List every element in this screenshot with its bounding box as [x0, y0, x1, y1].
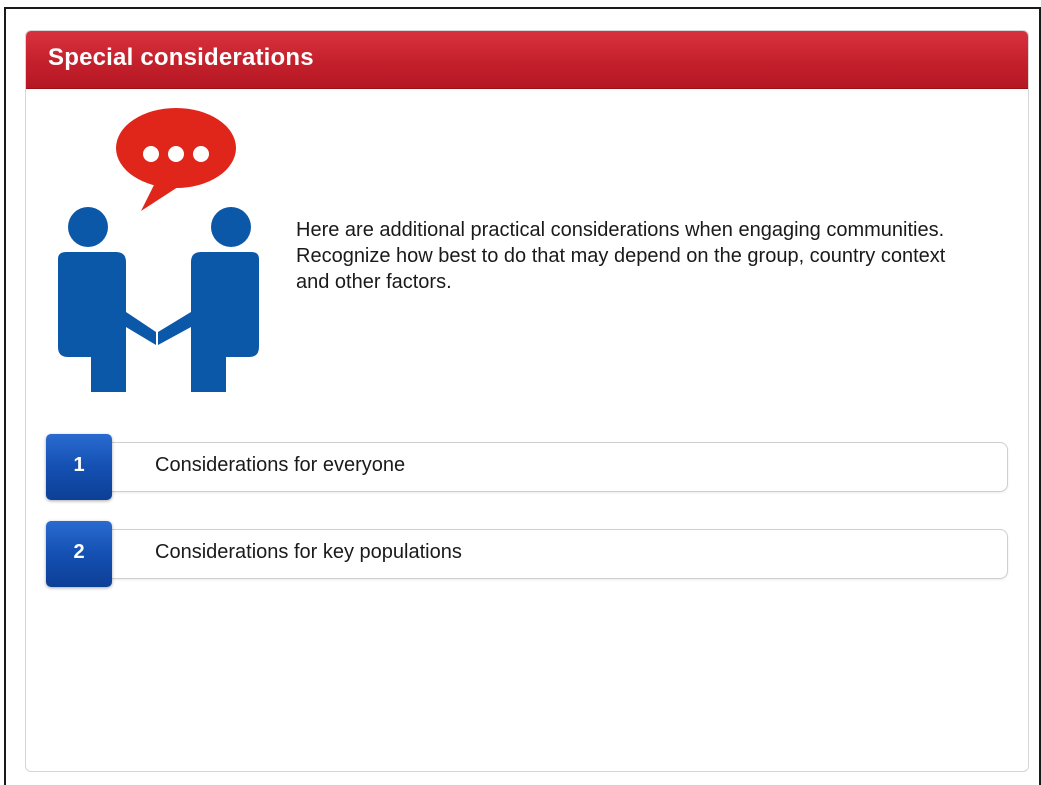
- right-person-icon: [158, 207, 259, 392]
- item-number-badge[interactable]: 2: [46, 521, 112, 587]
- intro-text: Here are additional practical considerat…: [296, 219, 946, 293]
- speech-bubble-icon: [116, 108, 236, 211]
- item-label[interactable]: Considerations for key populations: [155, 541, 462, 564]
- content-panel: Special considerations Here are addition…: [25, 30, 1029, 772]
- header-bar: Special considerations: [26, 31, 1028, 89]
- handshake-conversation-icon: [46, 107, 271, 392]
- list-item-considerations-key-populations[interactable]: 2 Considerations for key populations: [46, 521, 1010, 587]
- left-person-icon: [58, 207, 156, 392]
- page-title: Special considerations: [48, 44, 314, 71]
- item-label[interactable]: Considerations for everyone: [155, 454, 405, 477]
- list-item-considerations-everyone[interactable]: 1 Considerations for everyone: [46, 434, 1010, 500]
- item-number-badge[interactable]: 1: [46, 434, 112, 500]
